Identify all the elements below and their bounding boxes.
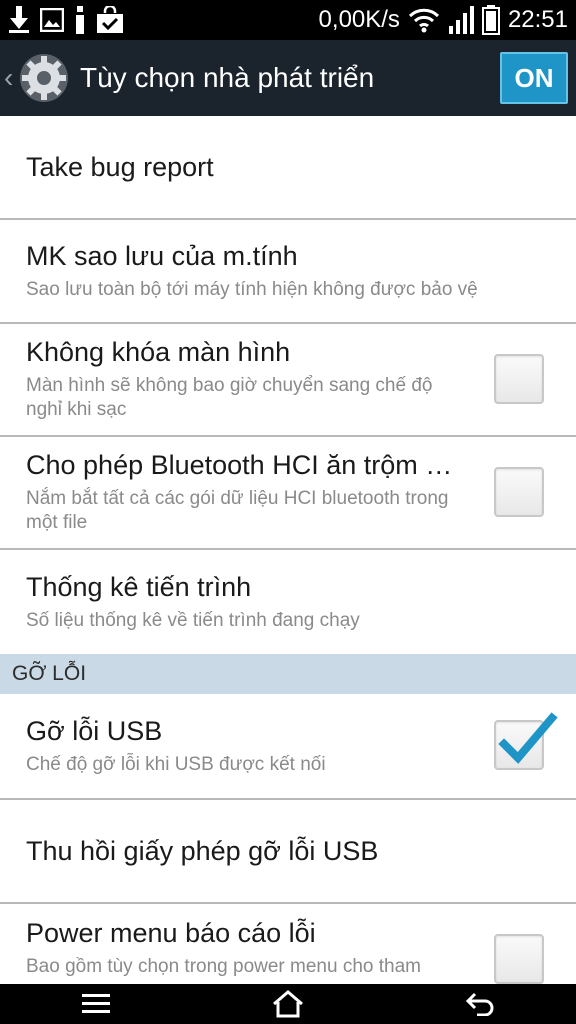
back-icon[interactable] bbox=[450, 984, 510, 1024]
checkmark-icon bbox=[498, 712, 558, 764]
status-bar: 0,00K/s 22:51 bbox=[0, 0, 576, 40]
battery-icon bbox=[481, 5, 500, 35]
image-icon bbox=[40, 8, 64, 32]
item-title: Take bug report bbox=[26, 151, 214, 182]
list-item-stay-awake[interactable]: Không khóa màn hình Màn hình sẽ không ba… bbox=[0, 324, 576, 437]
list-item-process-stats[interactable]: Thống kê tiến trình Số liệu thống kê về … bbox=[0, 550, 576, 654]
signal-icon bbox=[448, 6, 474, 34]
screen: 0,00K/s 22:51 ‹ Tùy chọn nhà phát triển … bbox=[0, 0, 576, 1024]
item-title: Thống kê tiến trình bbox=[26, 571, 252, 602]
item-subtitle: Bao gồm tùy chọn trong power menu cho th… bbox=[26, 956, 422, 977]
bag-check-icon bbox=[96, 6, 124, 34]
list-item-take-bug-report[interactable]: Take bug report bbox=[0, 116, 576, 220]
item-title: Cho phép Bluetooth HCI ăn trộm … bbox=[26, 450, 453, 480]
menu-icon[interactable] bbox=[66, 984, 126, 1024]
page-title: Tùy chọn nhà phát triển bbox=[80, 62, 375, 93]
settings-list: Take bug report MK sao lưu của m.tính Sa… bbox=[0, 116, 576, 1004]
system-status: 0,00K/s 22:51 bbox=[319, 0, 568, 40]
wifi-icon bbox=[408, 7, 440, 33]
list-item-bluetooth-hci-snoop[interactable]: Cho phép Bluetooth HCI ăn trộm … Nắm bắt… bbox=[0, 437, 576, 550]
action-bar: ‹ Tùy chọn nhà phát triển ON bbox=[0, 40, 576, 116]
list-item-revoke-usb-auth[interactable]: Thu hồi giấy phép gỡ lỗi USB bbox=[0, 800, 576, 904]
developer-options-switch[interactable]: ON bbox=[500, 52, 568, 104]
settings-gear-icon[interactable] bbox=[18, 52, 70, 104]
up-navigation-icon[interactable]: ‹ bbox=[4, 62, 18, 94]
section-header-debugging: GỠ LỖI bbox=[0, 654, 576, 694]
home-icon[interactable] bbox=[258, 984, 318, 1024]
item-subtitle: Số liệu thống kê về tiến trình đang chạy bbox=[26, 609, 360, 631]
list-item-backup-password[interactable]: MK sao lưu của m.tính Sao lưu toàn bộ tớ… bbox=[0, 220, 576, 324]
stay-awake-checkbox[interactable] bbox=[494, 354, 544, 404]
item-title: Thu hồi giấy phép gỡ lỗi USB bbox=[26, 835, 379, 866]
notification-icons bbox=[0, 6, 124, 34]
item-subtitle: Sao lưu toàn bộ tới máy tính hiện không … bbox=[26, 278, 478, 300]
list-item-usb-debugging[interactable]: Gỡ lỗi USB Chế độ gỡ lỗi khi USB được kế… bbox=[0, 694, 576, 800]
bluetooth-hci-checkbox[interactable] bbox=[494, 467, 544, 517]
item-title: Power menu báo cáo lỗi bbox=[26, 918, 316, 948]
item-subtitle: Màn hình sẽ không bao giờ chuyển sang ch… bbox=[26, 375, 433, 420]
download-icon bbox=[8, 6, 30, 34]
navigation-bar bbox=[0, 984, 576, 1024]
item-title: Gỡ lỗi USB bbox=[26, 715, 163, 746]
item-title: Không khóa màn hình bbox=[26, 337, 291, 367]
power-menu-checkbox[interactable] bbox=[494, 934, 544, 984]
item-subtitle: Nắm bắt tất cả các gói dữ liệu HCI bluet… bbox=[26, 488, 449, 533]
item-title: MK sao lưu của m.tính bbox=[26, 240, 298, 271]
usb-debugging-checkbox[interactable] bbox=[494, 712, 558, 770]
item-subtitle: Chế độ gỡ lỗi khi USB được kết nối bbox=[26, 753, 326, 775]
network-speed: 0,00K/s bbox=[318, 6, 400, 33]
info-icon bbox=[74, 6, 86, 34]
clock: 22:51 bbox=[507, 6, 568, 33]
